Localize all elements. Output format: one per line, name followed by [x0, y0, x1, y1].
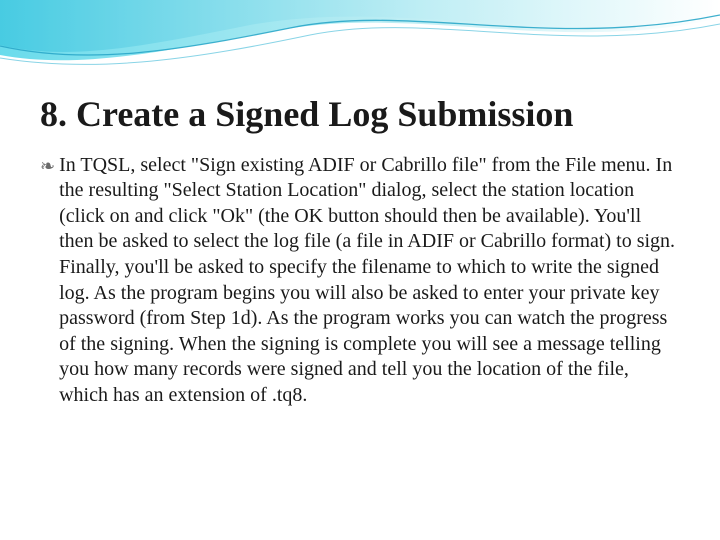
bullet-icon: ❧	[40, 157, 55, 175]
slide-title: 8. Create a Signed Log Submission	[40, 95, 680, 135]
body-paragraph: ❧ In TQSL, select "Sign existing ADIF or…	[40, 153, 680, 409]
slide-content: 8. Create a Signed Log Submission ❧ In T…	[0, 0, 720, 439]
body-text: In TQSL, select "Sign existing ADIF or C…	[59, 153, 680, 409]
